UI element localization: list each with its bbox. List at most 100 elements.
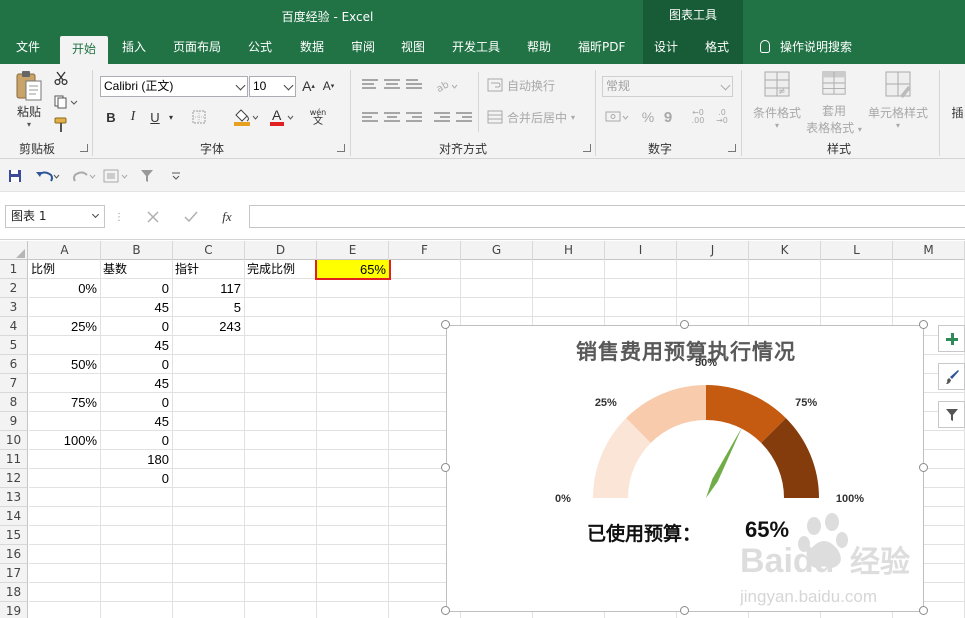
tab-page-layout[interactable]: 页面布局	[173, 32, 221, 64]
cell-B4[interactable]: 0	[101, 317, 172, 336]
resize-handle-t[interactable]	[680, 320, 689, 329]
bold-button[interactable]: B	[102, 107, 120, 127]
tab-developer[interactable]: 开发工具	[452, 32, 500, 64]
number-launcher[interactable]	[728, 144, 736, 152]
select-all-button[interactable]	[0, 241, 28, 260]
customize-qat-button[interactable]	[168, 167, 184, 185]
resize-handle-r[interactable]	[919, 463, 928, 472]
row-header-13[interactable]: 13	[0, 488, 27, 507]
row-header-16[interactable]: 16	[0, 545, 27, 564]
fill-color-button[interactable]	[230, 106, 260, 128]
chart-elements-button[interactable]	[938, 325, 965, 352]
row-header-8[interactable]: 8	[0, 393, 27, 412]
decrease-decimal-button[interactable]: .0 →0	[712, 107, 732, 127]
cell-A8[interactable]: 75%	[29, 393, 100, 412]
enter-button[interactable]	[180, 206, 202, 228]
cell-C4[interactable]: 243	[173, 317, 244, 336]
column-header-L[interactable]: L	[821, 241, 893, 260]
alignment-launcher[interactable]	[583, 144, 591, 152]
column-header-B[interactable]: B	[101, 241, 173, 260]
column-header-I[interactable]: I	[605, 241, 677, 260]
resize-handle-l[interactable]	[441, 463, 450, 472]
cell-C2[interactable]: 117	[173, 279, 244, 298]
row-header-7[interactable]: 7	[0, 374, 27, 393]
row-header-19[interactable]: 19	[0, 602, 27, 618]
cell-B7[interactable]: 45	[101, 374, 172, 393]
tab-format[interactable]: 格式	[705, 32, 729, 64]
font-color-button[interactable]: A	[265, 106, 297, 128]
row-header-6[interactable]: 6	[0, 355, 27, 374]
cell-B9[interactable]: 45	[101, 412, 172, 431]
gauge-chart[interactable]: 销售费用预算执行情况 0% 25% 50% 75% 100% 已使用预算： 65%	[446, 325, 924, 612]
cell-E1-completion-ratio[interactable]: 65%	[315, 260, 391, 280]
align-left-icon[interactable]	[362, 112, 378, 124]
column-header-D[interactable]: D	[245, 241, 317, 260]
font-launcher[interactable]	[337, 144, 345, 152]
merge-center-button[interactable]: 合并后居中 ▾	[487, 107, 587, 127]
undo-button[interactable]	[34, 167, 62, 185]
resize-handle-tl[interactable]	[441, 320, 450, 329]
cell-A6[interactable]: 50%	[29, 355, 100, 374]
tab-data[interactable]: 数据	[300, 32, 324, 64]
cell-A1[interactable]: 比例	[29, 260, 100, 279]
tab-insert[interactable]: 插入	[122, 32, 146, 64]
cell-C1[interactable]: 指针	[173, 260, 244, 279]
save-button[interactable]	[6, 167, 24, 185]
paste-button[interactable]: 粘贴 ▾	[12, 70, 46, 132]
row-header-14[interactable]: 14	[0, 507, 27, 526]
row-header-12[interactable]: 12	[0, 469, 27, 488]
cell-B10[interactable]: 0	[101, 431, 172, 450]
form-button[interactable]	[102, 167, 132, 185]
tab-file[interactable]: 文件	[16, 32, 40, 64]
wrap-text-button[interactable]: 自动换行	[487, 75, 567, 95]
formula-bar-grip[interactable]: ⋮	[114, 209, 124, 225]
row-header-18[interactable]: 18	[0, 583, 27, 602]
phonetic-guide-button[interactable]: wén 文	[307, 106, 329, 128]
column-header-K[interactable]: K	[749, 241, 821, 260]
percent-style-button[interactable]: %	[638, 107, 658, 127]
italic-button[interactable]: I	[124, 107, 142, 127]
cell-A10[interactable]: 100%	[29, 431, 100, 450]
row-header-10[interactable]: 10	[0, 431, 27, 450]
cut-button[interactable]	[52, 69, 70, 87]
copy-button[interactable]	[52, 93, 80, 111]
comma-style-button[interactable]: 9	[661, 107, 675, 127]
align-right-icon[interactable]	[406, 112, 422, 124]
cell-B8[interactable]: 0	[101, 393, 172, 412]
decrease-font-size-button[interactable]: A ▾	[320, 76, 337, 96]
resize-handle-br[interactable]	[919, 606, 928, 615]
cell-B2[interactable]: 0	[101, 279, 172, 298]
cell-styles-button[interactable]: 单元格样式 ▾	[862, 70, 934, 136]
cell-B11[interactable]: 180	[101, 450, 172, 469]
orientation-button[interactable]: ab	[432, 76, 462, 96]
name-box[interactable]: 图表 1	[5, 205, 105, 228]
row-header-1[interactable]: 1	[0, 260, 27, 279]
cell-B5[interactable]: 45	[101, 336, 172, 355]
clipboard-launcher[interactable]	[80, 144, 88, 152]
cell-B1[interactable]: 基数	[101, 260, 172, 279]
format-painter-button[interactable]	[52, 116, 70, 134]
redo-button[interactable]	[70, 167, 98, 185]
align-center-icon[interactable]	[384, 112, 400, 124]
tell-me-search[interactable]: 操作说明搜索	[760, 32, 852, 64]
tab-home[interactable]: 开始	[60, 36, 108, 64]
increase-indent-icon[interactable]	[456, 112, 472, 124]
row-header-11[interactable]: 11	[0, 450, 27, 469]
column-header-C[interactable]: C	[173, 241, 245, 260]
tab-foxit-pdf[interactable]: 福昕PDF	[578, 32, 625, 64]
insert-function-button[interactable]: fx	[216, 206, 238, 228]
font-size-select[interactable]: 10	[249, 76, 296, 97]
row-header-3[interactable]: 3	[0, 298, 27, 317]
row-header-17[interactable]: 17	[0, 564, 27, 583]
column-header-J[interactable]: J	[677, 241, 749, 260]
column-header-G[interactable]: G	[461, 241, 533, 260]
filter-button[interactable]	[138, 167, 156, 185]
cancel-button[interactable]	[142, 206, 164, 228]
cell-B12[interactable]: 0	[101, 469, 172, 488]
tab-design[interactable]: 设计	[654, 32, 678, 64]
column-header-E[interactable]: E	[317, 241, 389, 260]
chart-styles-button[interactable]	[938, 363, 965, 390]
increase-font-size-button[interactable]: A ▴	[300, 76, 317, 96]
tab-help[interactable]: 帮助	[527, 32, 551, 64]
formula-input[interactable]	[249, 205, 965, 228]
